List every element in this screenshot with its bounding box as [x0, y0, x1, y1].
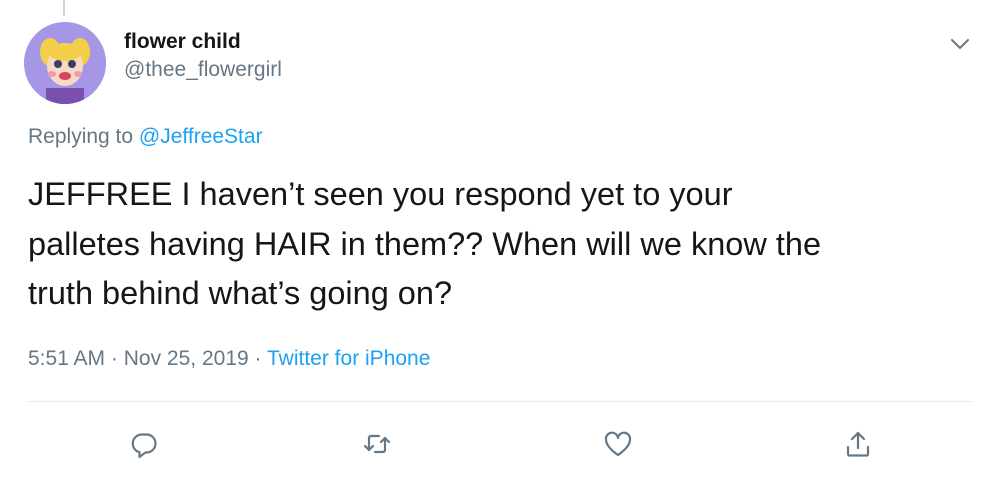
reply-button[interactable] [122, 422, 166, 466]
user-handle[interactable]: @thee_flowergirl [124, 56, 282, 84]
thread-connector-line [63, 0, 65, 16]
retweet-icon [363, 434, 391, 454]
tweet-source[interactable]: Twitter for iPhone [267, 347, 430, 370]
meta-separator: · [110, 347, 118, 370]
like-button[interactable] [596, 422, 640, 466]
replying-to-mention[interactable]: @JeffreeStar [139, 125, 263, 148]
avatar-image [24, 22, 106, 104]
tweet-date[interactable]: Nov 25, 2019 [124, 347, 249, 370]
retweet-button[interactable] [355, 422, 399, 466]
reply-icon [131, 433, 157, 459]
share-button[interactable] [836, 422, 880, 466]
chevron-down-icon[interactable] [946, 30, 974, 58]
display-name[interactable]: flower child [124, 28, 282, 56]
share-icon [846, 431, 870, 457]
replying-to: Replying to @JeffreeStar [28, 122, 263, 152]
tweet-time[interactable]: 5:51 AM [28, 347, 105, 370]
meta-separator: · [254, 347, 262, 370]
heart-icon [604, 431, 632, 457]
divider [28, 401, 973, 402]
tweet-text: JEFFREE I haven’t seen you respond yet t… [28, 176, 822, 311]
tweet-meta: 5:51 AM · Nov 25, 2019 · Twitter for iPh… [28, 344, 430, 374]
tweet-card: flower child @thee_flowergirl Replying t… [0, 0, 1000, 489]
avatar[interactable] [24, 22, 106, 104]
replying-to-label: Replying to [28, 125, 134, 148]
action-bar [0, 422, 1000, 466]
user-info: flower child @thee_flowergirl [124, 28, 282, 84]
